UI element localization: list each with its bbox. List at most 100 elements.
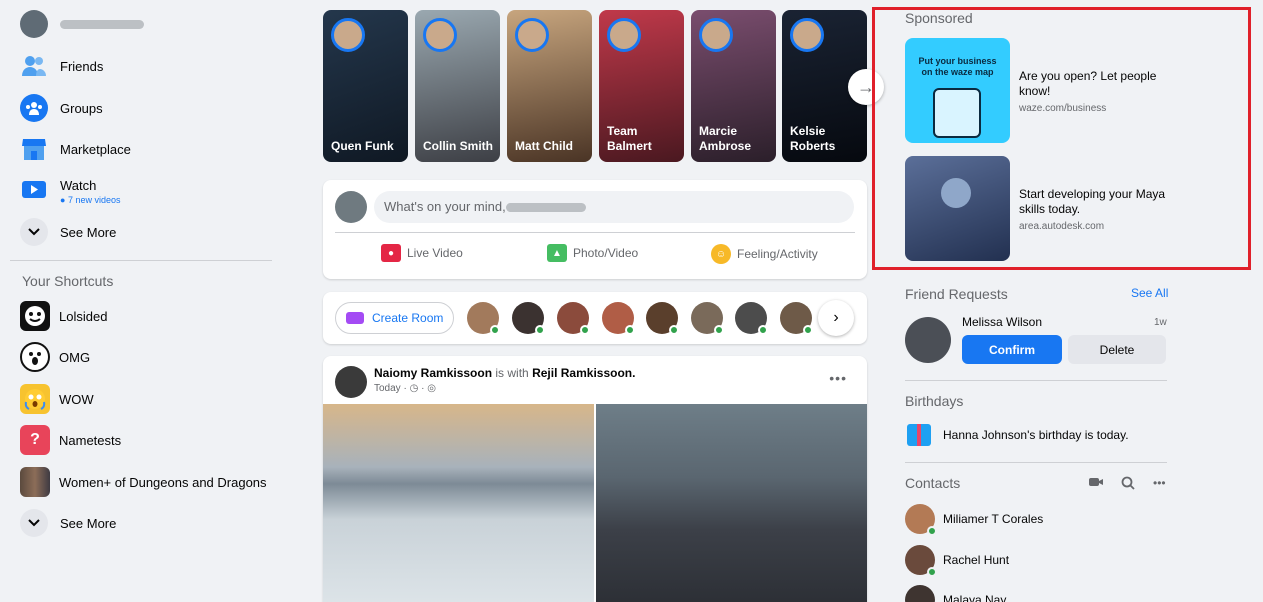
- rooms-next-button[interactable]: ›: [818, 300, 854, 336]
- delete-button[interactable]: Delete: [1068, 335, 1166, 364]
- online-indicator: [758, 325, 768, 335]
- nav-item-watch[interactable]: Watch ● 7 new videos: [20, 171, 120, 211]
- requester-avatar[interactable]: [905, 317, 951, 363]
- online-indicator: [927, 567, 937, 577]
- action-label: Feeling/Activity: [737, 247, 818, 261]
- see-all-link[interactable]: See All: [1131, 286, 1168, 300]
- post-photo[interactable]: [323, 404, 594, 602]
- requester-name[interactable]: Melissa Wilson: [962, 315, 1042, 329]
- omg-icon: [20, 342, 50, 372]
- contact-item[interactable]: Malaya Nay: [905, 585, 1006, 602]
- story-name: Matt Child: [515, 139, 573, 153]
- story-card[interactable]: Matt Child: [507, 10, 592, 162]
- room-contact-avatar[interactable]: [646, 302, 679, 335]
- nav-item-marketplace[interactable]: Marketplace: [20, 129, 131, 169]
- with-text: is with: [495, 366, 529, 380]
- online-indicator: [625, 325, 635, 335]
- post-photo[interactable]: [596, 404, 867, 602]
- live-video-icon: ●: [381, 244, 401, 262]
- divider: [905, 380, 1167, 381]
- contact-item[interactable]: Rachel Hunt: [905, 545, 1009, 577]
- online-indicator: [580, 325, 590, 335]
- story-card[interactable]: Quen Funk: [323, 10, 408, 162]
- more-options-icon[interactable]: •••: [1153, 476, 1166, 490]
- lolsided-icon: [20, 301, 50, 331]
- shortcut-omg[interactable]: OMG: [20, 337, 90, 377]
- new-room-icon[interactable]: [1089, 476, 1103, 491]
- contact-item[interactable]: Miliamer T Corales: [905, 504, 1044, 536]
- create-room-button[interactable]: Create Room: [335, 302, 454, 334]
- chevron-down-icon: [20, 218, 48, 246]
- birthday-name: Hanna Johnson: [943, 428, 1028, 442]
- room-contact-avatar[interactable]: [735, 302, 768, 335]
- divider: [905, 462, 1167, 463]
- post-meta: Today · ◷ · ◎: [374, 383, 436, 394]
- search-icon[interactable]: [1121, 476, 1135, 493]
- confirm-button[interactable]: Confirm: [962, 335, 1062, 364]
- room-contact-avatar[interactable]: [557, 302, 590, 335]
- contact-name: Malaya Nay: [943, 593, 1007, 602]
- room-contact-avatar[interactable]: [467, 302, 500, 335]
- ad-link[interactable]: Are you open? Let people know! waze.com/…: [1019, 69, 1169, 116]
- post-options-icon[interactable]: •••: [829, 370, 847, 386]
- online-indicator: [669, 325, 679, 335]
- birthday-item[interactable]: Hanna Johnson's birthday is today.: [907, 424, 1129, 446]
- nav-item-groups[interactable]: Groups: [20, 88, 103, 128]
- room-contact-avatar[interactable]: [780, 302, 813, 335]
- post-composer: What's on your mind, ● Live Video ▲ Phot…: [323, 180, 867, 279]
- shortcuts-see-more[interactable]: See More: [20, 503, 116, 543]
- waze-ad-image[interactable]: Put your business on the waze map: [905, 38, 1010, 143]
- room-contact-avatar[interactable]: [602, 302, 635, 335]
- story-card[interactable]: Marcie Ambrose: [691, 10, 776, 162]
- nav-item-label: Watch: [60, 177, 97, 193]
- ad-link[interactable]: Start developing your Maya skills today.…: [1019, 187, 1169, 234]
- story-card[interactable]: Team Balmert: [599, 10, 684, 162]
- shortcut-wow[interactable]: WOW: [20, 379, 94, 419]
- story-name: Quen Funk: [331, 139, 394, 153]
- waze-ad-caption: Put your business on the waze map: [918, 56, 997, 77]
- composer-placeholder: What's on your mind,: [384, 199, 506, 214]
- live-video-button[interactable]: ● Live Video: [381, 244, 463, 262]
- contact-name: Miliamer T Corales: [943, 512, 1044, 526]
- tagged-person[interactable]: Rejil Ramkissoon.: [532, 366, 635, 380]
- profile-link[interactable]: [20, 4, 144, 44]
- post-time[interactable]: Today ·: [374, 383, 407, 394]
- shortcut-lolsided[interactable]: Lolsided: [20, 296, 107, 336]
- map-phone-graphic: [933, 88, 981, 138]
- profile-name-redacted: [60, 19, 144, 29]
- profile-avatar: [20, 10, 48, 38]
- divider: [10, 260, 272, 261]
- nav-item-label: See More: [60, 515, 117, 531]
- online-indicator: [535, 325, 545, 335]
- nav-item-label: Groups: [60, 100, 103, 116]
- shortcut-dnd-group[interactable]: Women+ of Dungeons and Dragons: [20, 462, 267, 502]
- globe-icon: ◎: [427, 383, 436, 394]
- author-avatar[interactable]: [335, 366, 367, 398]
- story-avatar: [607, 18, 641, 52]
- groups-icon: [20, 94, 48, 122]
- room-contact-avatar[interactable]: [512, 302, 545, 335]
- ad-text: Start developing your Maya skills today.: [1019, 187, 1166, 216]
- photo-video-button[interactable]: ▲ Photo/Video: [547, 244, 638, 262]
- room-contact-avatar[interactable]: [691, 302, 724, 335]
- friend-requests-title: Friend Requests: [905, 286, 1008, 302]
- feeling-activity-button[interactable]: ☺ Feeling/Activity: [711, 244, 818, 264]
- nav-see-more[interactable]: See More: [20, 212, 116, 252]
- request-time: 1w: [1154, 317, 1167, 328]
- story-avatar: [423, 18, 457, 52]
- create-room-label: Create Room: [372, 311, 444, 325]
- post-author[interactable]: Naiomy Ramkissoon: [374, 366, 492, 380]
- nav-item-friends[interactable]: Friends: [20, 46, 103, 86]
- autodesk-ad-image[interactable]: [905, 156, 1010, 261]
- ad-text: Are you open? Let people know!: [1019, 69, 1157, 98]
- story-card[interactable]: Collin Smith: [415, 10, 500, 162]
- watch-new-videos: 7 new videos: [67, 194, 121, 205]
- ad-url: waze.com/business: [1019, 103, 1107, 114]
- birthdays-title: Birthdays: [905, 393, 964, 409]
- story-name: Marcie Ambrose: [699, 124, 752, 153]
- composer-input[interactable]: What's on your mind,: [374, 191, 854, 223]
- shortcut-nametests[interactable]: ? Nametests: [20, 420, 121, 460]
- photo-icon: ▲: [547, 244, 567, 262]
- story-name: Collin Smith: [423, 139, 493, 153]
- online-indicator: [803, 325, 813, 335]
